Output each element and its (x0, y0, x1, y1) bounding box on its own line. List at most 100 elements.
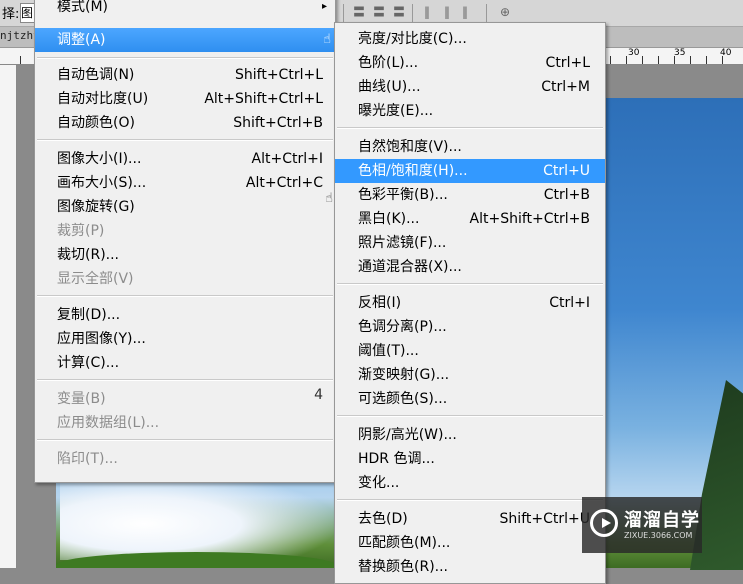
menu-item-shortcut: Ctrl+M (541, 79, 590, 95)
menu-item-label: 阈值(T)... (358, 343, 419, 359)
image-menu: 模式(M) ▸ 调整(A) ☝ 自动色调(N) Shift+Ctrl+L 自动对… (34, 0, 336, 483)
submenu-item-replace-color[interactable]: 替换颜色(R)... (335, 555, 605, 579)
menu-item-shortcut: Alt+Shift+Ctrl+B (469, 211, 590, 227)
submenu-item-posterize[interactable]: 色调分离(P)... (335, 315, 605, 339)
menu-item-auto-tone[interactable]: 自动色调(N) Shift+Ctrl+L (35, 63, 335, 87)
menu-item-label: 陷印(T)... (57, 451, 118, 467)
submenu-item-variations[interactable]: 变化... (335, 471, 605, 495)
align-top-icon[interactable]: 〓 (352, 5, 366, 19)
ruler-tick (690, 56, 691, 64)
menu-item-auto-contrast[interactable]: 自动对比度(U) Alt+Shift+Ctrl+L (35, 87, 335, 111)
menu-separator (37, 439, 333, 441)
ruler-tick (658, 56, 659, 64)
watermark: 溜溜自学 ZIXUE.3066.COM (582, 497, 702, 553)
menu-item-label: 黑白(K)... (358, 211, 420, 227)
menu-item-label: 图像旋转(G) (57, 199, 135, 215)
submenu-item-vibrance[interactable]: 自然饱和度(V)... (335, 135, 605, 159)
menu-separator (37, 139, 333, 141)
distribute-left-icon[interactable]: ‖ (420, 5, 434, 19)
submenu-arrow-icon: 4 (314, 387, 323, 403)
ruler-number: 35 (674, 48, 686, 58)
submenu-item-channel-mixer[interactable]: 通道混合器(X)... (335, 255, 605, 279)
ruler-number: 30 (628, 48, 640, 58)
hand-cursor-icon: ☝ (323, 32, 331, 47)
distribute-center-icon[interactable]: ‖ (440, 5, 454, 19)
menu-item-adjustments[interactable]: 调整(A) ☝ (35, 28, 335, 52)
submenu-item-match-color[interactable]: 匹配颜色(M)... (335, 531, 605, 555)
vertical-ruler[interactable] (0, 65, 17, 568)
ruler-tick (706, 56, 707, 64)
menu-separator (337, 283, 603, 285)
align-bottom-icon[interactable]: 〓 (392, 5, 406, 19)
submenu-item-invert[interactable]: 反相(I) Ctrl+I (335, 291, 605, 315)
menu-item-shortcut: Ctrl+L (545, 55, 590, 71)
menu-item-apply-data-set: 应用数据组(L)... (35, 411, 335, 435)
menu-item-image-size[interactable]: 图像大小(I)... Alt+Ctrl+I (35, 147, 335, 171)
menu-item-shortcut: Shift+Ctrl+L (235, 67, 323, 83)
ruler-tick (610, 56, 611, 64)
submenu-item-brightness-contrast[interactable]: 亮度/对比度(C)... (335, 27, 605, 51)
menu-item-trap: 陷印(T)... (35, 447, 335, 471)
menu-item-label: 替换颜色(R)... (358, 559, 449, 575)
ruler-number: 40 (720, 48, 732, 58)
menu-separator (37, 379, 333, 381)
menu-item-label: 应用数据组(L)... (57, 415, 160, 431)
menu-item-shortcut: Alt+Ctrl+I (251, 151, 323, 167)
submenu-item-curves[interactable]: 曲线(U)... Ctrl+M (335, 75, 605, 99)
submenu-item-threshold[interactable]: 阈值(T)... (335, 339, 605, 363)
menu-item-label: 匹配颜色(M)... (358, 535, 451, 551)
toolbar-separator (486, 4, 487, 22)
menu-item-label: 画布大小(S)... (57, 175, 147, 191)
submenu-item-selective-color[interactable]: 可选颜色(S)... (335, 387, 605, 411)
submenu-item-shadows-highlights[interactable]: 阴影/高光(W)... (335, 423, 605, 447)
menu-item-label: 反相(I) (358, 295, 402, 311)
menu-item-image-rotation[interactable]: 图像旋转(G) ☝ (35, 191, 335, 219)
menu-item-label: 模式(M) (57, 0, 109, 15)
submenu-item-gradient-map[interactable]: 渐变映射(G)... (335, 363, 605, 387)
submenu-item-levels[interactable]: 色阶(L)... Ctrl+L (335, 51, 605, 75)
menu-item-auto-color[interactable]: 自动颜色(O) Shift+Ctrl+B (35, 111, 335, 135)
menu-item-label: 自动色调(N) (57, 67, 135, 83)
distribute-right-icon[interactable]: ‖ (458, 5, 472, 19)
watermark-url: ZIXUE.3066.COM (624, 531, 693, 540)
menu-item-trim[interactable]: 裁切(R)... (35, 243, 335, 267)
menu-item-calculations[interactable]: 计算(C)... (35, 351, 335, 375)
menu-item-label: HDR 色调... (358, 451, 435, 467)
watermark-name: 溜溜自学 (624, 510, 700, 531)
submenu-arrow-icon: ▸ (321, 1, 327, 12)
menu-separator (337, 499, 603, 501)
submenu-item-hdr-toning[interactable]: HDR 色调... (335, 447, 605, 471)
toolbar-separator (412, 4, 413, 22)
menu-separator (337, 415, 603, 417)
align-middle-icon[interactable]: 〓 (372, 5, 386, 19)
menu-item-crop: 裁剪(P) (35, 219, 335, 243)
menu-item-label: 裁剪(P) (57, 223, 105, 239)
menu-item-reveal-all: 显示全部(V) (35, 267, 335, 291)
menu-item-label: 裁切(R)... (57, 247, 120, 263)
menu-item-label: 照片滤镜(F)... (358, 235, 447, 251)
submenu-item-black-white[interactable]: 黑白(K)... Alt+Shift+Ctrl+B (335, 207, 605, 231)
menu-item-label: 可选颜色(S)... (358, 391, 448, 407)
menu-item-label: 去色(D) (358, 511, 408, 527)
menu-item-label: 变化... (358, 475, 400, 491)
submenu-item-photo-filter[interactable]: 照片滤镜(F)... (335, 231, 605, 255)
menu-separator (337, 127, 603, 129)
menu-item-label: 曲线(U)... (358, 79, 421, 95)
submenu-item-color-balance[interactable]: 色彩平衡(B)... Ctrl+B (335, 183, 605, 207)
menu-item-label: 图像大小(I)... (57, 151, 142, 167)
menu-item-apply-image[interactable]: 应用图像(Y)... (35, 327, 335, 351)
menu-item-duplicate[interactable]: 复制(D)... (35, 303, 335, 327)
menu-item-label: 曝光度(E)... (358, 103, 434, 119)
submenu-item-desaturate[interactable]: 去色(D) Shift+Ctrl+U (335, 507, 605, 531)
menu-item-label: 色相/饱和度(H)... (358, 163, 468, 179)
submenu-item-exposure[interactable]: 曝光度(E)... (335, 99, 605, 123)
auto-align-icon[interactable]: ⊕ (498, 5, 512, 19)
menu-item-label: 应用图像(Y)... (57, 331, 146, 347)
menu-item-mode[interactable]: 模式(M) ▸ (35, 0, 335, 19)
submenu-item-hue-saturation[interactable]: 色相/饱和度(H)... Ctrl+U (335, 159, 605, 183)
menu-item-label: 调整(A) (57, 32, 106, 48)
hand-cursor-icon: ☝ (325, 191, 333, 206)
menu-item-canvas-size[interactable]: 画布大小(S)... Alt+Ctrl+C (35, 171, 335, 195)
menu-item-shortcut: Shift+Ctrl+U (499, 511, 590, 527)
menu-item-shortcut: Alt+Shift+Ctrl+L (204, 91, 323, 107)
